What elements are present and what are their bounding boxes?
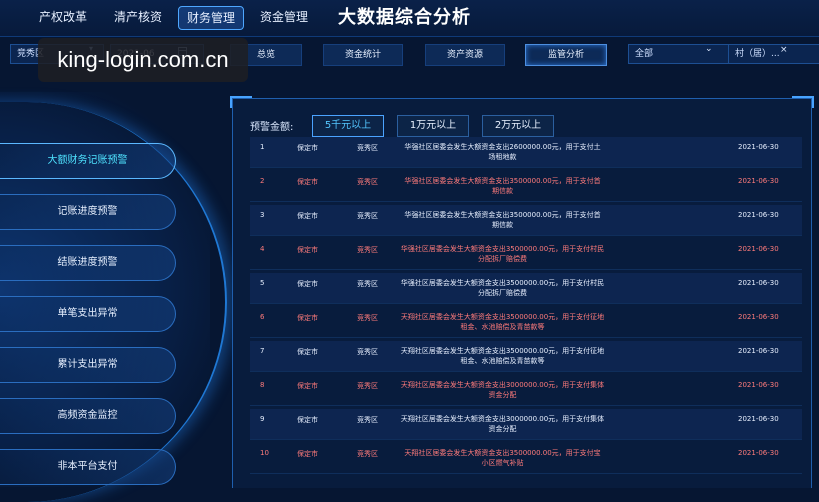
nav-item-fund-management[interactable]: 资金管理 xyxy=(252,6,316,28)
date-cell: 2021-06-30 xyxy=(738,211,779,219)
row-divider xyxy=(250,167,802,168)
district-cell: 竞秀区 xyxy=(357,314,378,322)
amount-option-20k[interactable]: 2万元以上 xyxy=(482,115,554,137)
row-number: 7 xyxy=(260,347,265,355)
district-cell: 竞秀区 xyxy=(357,450,378,458)
date-cell: 2021-06-30 xyxy=(738,245,779,253)
description-cell: 华强社区居委会发生大额资金支出2600000.00元，用于支付土 场租地款 xyxy=(404,143,601,161)
page-title: 大数据综合分析 xyxy=(338,7,471,27)
description-cell: 华强社区居委会发生大额资金支出3500000.00元，用于支付首 期信款 xyxy=(404,211,601,229)
amount-option-5k[interactable]: 5千元以上 xyxy=(312,115,384,137)
watermark-brand: king-login.com.cn xyxy=(38,38,248,82)
nav-item-finance-management[interactable]: 财务管理 xyxy=(178,6,245,30)
sidebar-item-high-frequency-fund-monitoring[interactable]: 高频资金监控 xyxy=(0,398,176,434)
chevron-down-icon[interactable]: ⌄ xyxy=(705,44,713,54)
row-divider xyxy=(250,473,802,474)
row-divider xyxy=(250,371,802,372)
panel-corner-right xyxy=(792,96,814,108)
sidebar-item-bookkeeping-progress-warning[interactable]: 记账进度预警 xyxy=(0,194,176,230)
city-cell: 保定市 xyxy=(297,450,318,458)
city-cell: 保定市 xyxy=(297,348,318,356)
date-cell: 2021-06-30 xyxy=(738,381,779,389)
amount-option-10k[interactable]: 1万元以上 xyxy=(397,115,469,137)
date-cell: 2021-06-30 xyxy=(738,415,779,423)
row-number: 10 xyxy=(260,449,269,457)
date-cell: 2021-06-30 xyxy=(738,143,779,151)
description-cell: 天翔社区居委会发生大额资金支出3500000.00元，用于支付宝 小区燃气补贴 xyxy=(404,449,601,467)
district-cell: 竞秀区 xyxy=(357,382,378,390)
date-cell: 2021-06-30 xyxy=(738,449,779,457)
table-row[interactable]: 7 保定市 竞秀区 天翔社区居委会发生大额资金支出3500000.00元，用于支… xyxy=(250,341,802,372)
table-row[interactable]: 5 保定市 竞秀区 华强社区居委会发生大额资金支出3500000.00元，用于支… xyxy=(250,273,802,304)
district-cell: 竞秀区 xyxy=(357,178,378,186)
panel-corner-left xyxy=(230,96,252,108)
row-divider xyxy=(250,269,802,270)
row-number: 9 xyxy=(260,415,265,423)
table-row[interactable]: 2 保定市 竞秀区 华强社区居委会发生大额资金支出3500000.00元，用于支… xyxy=(250,171,802,202)
district-cell: 竞秀区 xyxy=(357,416,378,424)
sidebar-item-single-expense-anomaly[interactable]: 单笔支出异常 xyxy=(0,296,176,332)
description-cell: 天翔社区居委会发生大额资金支出3000000.00元，用于支付集体 资金分配 xyxy=(400,415,605,433)
table-row[interactable]: 4 保定市 竞秀区 华强社区居委会发生大额资金支出3500000.00元，用于支… xyxy=(250,239,802,270)
district-cell: 竞秀区 xyxy=(357,212,378,220)
date-cell: 2021-06-30 xyxy=(738,279,779,287)
tab-asset-resources[interactable]: 资产资源 xyxy=(425,44,505,66)
scope-select[interactable]: 全部 xyxy=(628,44,730,64)
tab-fund-stats[interactable]: 资金统计 xyxy=(323,44,403,66)
close-icon[interactable]: × xyxy=(780,45,788,55)
description-cell: 华强社区居委会发生大额资金支出3500000.00元，用于支付首 期信款 xyxy=(404,177,601,195)
date-cell: 2021-06-30 xyxy=(738,313,779,321)
table-row[interactable]: 8 保定市 竞秀区 天翔社区居委会发生大额资金支出3000000.00元，用于支… xyxy=(250,375,802,406)
description-cell: 华强社区居委会发生大额资金支出3500000.00元，用于支付村民 分配拆厂赔偿费 xyxy=(400,245,605,263)
row-divider xyxy=(250,439,802,440)
warning-table: 1 保定市 竞秀区 华强社区居委会发生大额资金支出2600000.00元，用于支… xyxy=(250,137,802,487)
city-cell: 保定市 xyxy=(297,280,318,288)
row-number: 6 xyxy=(260,313,265,321)
row-number: 5 xyxy=(260,279,265,287)
date-cell: 2021-06-30 xyxy=(738,177,779,185)
row-number: 4 xyxy=(260,245,265,253)
city-cell: 保定市 xyxy=(297,314,318,322)
row-divider xyxy=(250,337,802,338)
description-cell: 天翔社区居委会发生大额资金支出3500000.00元，用于支付征地 租金、水池赔偿… xyxy=(400,347,605,365)
village-select[interactable]: 村（居）... xyxy=(728,44,819,64)
city-cell: 保定市 xyxy=(297,212,318,220)
row-divider xyxy=(250,405,802,406)
table-row[interactable]: 9 保定市 竞秀区 天翔社区居委会发生大额资金支出3000000.00元，用于支… xyxy=(250,409,802,440)
row-number: 2 xyxy=(260,177,265,185)
table-row[interactable]: 10 保定市 竞秀区 天翔社区居委会发生大额资金支出3500000.00元，用于… xyxy=(250,443,802,474)
row-divider xyxy=(250,201,802,202)
district-cell: 竞秀区 xyxy=(357,246,378,254)
sidebar-item-closing-progress-warning[interactable]: 结账进度预警 xyxy=(0,245,176,281)
description-cell: 天翔社区居委会发生大额资金支出3000000.00元，用于支付集体 资金分配 xyxy=(400,381,605,399)
row-number: 3 xyxy=(260,211,265,219)
row-divider xyxy=(250,303,802,304)
row-number: 8 xyxy=(260,381,265,389)
description-cell: 天翔社区居委会发生大额资金支出3500000.00元，用于支付征地 租金、水池赔偿… xyxy=(400,313,605,331)
district-cell: 竞秀区 xyxy=(357,348,378,356)
nav-item-asset-verification[interactable]: 清产核资 xyxy=(106,6,170,28)
city-cell: 保定市 xyxy=(297,416,318,424)
top-navigation-bar: 产权改革 清产核资 财务管理 资金管理 大数据综合分析 xyxy=(0,0,819,37)
sidebar-item-off-platform-payment[interactable]: 非本平台支付 xyxy=(0,449,176,485)
city-cell: 保定市 xyxy=(297,144,318,152)
sidebar-item-cumulative-expense-anomaly[interactable]: 累计支出异常 xyxy=(0,347,176,383)
district-cell: 竞秀区 xyxy=(357,144,378,152)
district-cell: 竞秀区 xyxy=(357,280,378,288)
city-cell: 保定市 xyxy=(297,382,318,390)
table-row[interactable]: 1 保定市 竞秀区 华强社区居委会发生大额资金支出2600000.00元，用于支… xyxy=(250,137,802,168)
table-row[interactable]: 3 保定市 竞秀区 华强社区居委会发生大额资金支出3500000.00元，用于支… xyxy=(250,205,802,236)
city-cell: 保定市 xyxy=(297,178,318,186)
row-divider xyxy=(250,235,802,236)
nav-item-property-reform[interactable]: 产权改革 xyxy=(31,6,95,28)
date-cell: 2021-06-30 xyxy=(738,347,779,355)
description-cell: 华强社区居委会发生大额资金支出3500000.00元，用于支付村民 分配拆厂赔偿费 xyxy=(400,279,605,297)
tab-supervision-analysis[interactable]: 监管分析 xyxy=(525,44,607,66)
warning-amount-label: 预警金额: xyxy=(250,122,294,133)
sidebar-item-large-bookkeeping-warning[interactable]: 大额财务记账预警 xyxy=(0,143,176,179)
city-cell: 保定市 xyxy=(297,246,318,254)
table-row[interactable]: 6 保定市 竞秀区 天翔社区居委会发生大额资金支出3500000.00元，用于支… xyxy=(250,307,802,338)
row-number: 1 xyxy=(260,143,265,151)
